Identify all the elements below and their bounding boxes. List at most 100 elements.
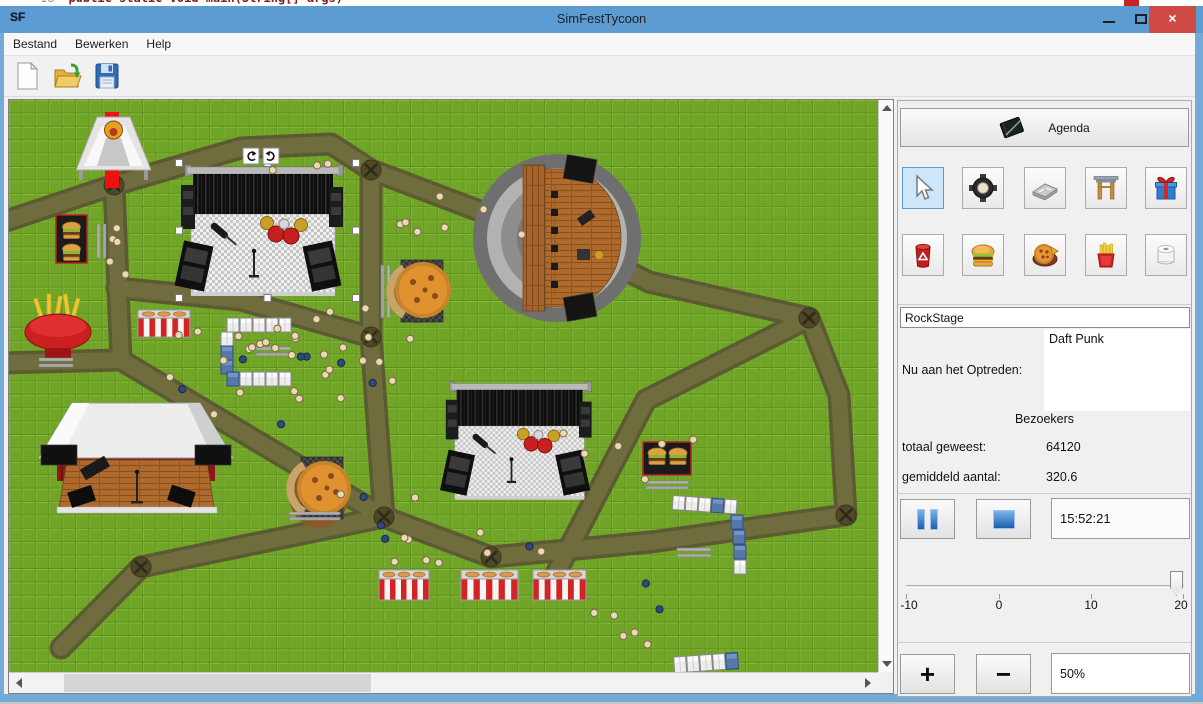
stop-button[interactable] [976,499,1031,539]
hotdog-stand-1[interactable] [379,570,429,600]
agenda-book-icon [999,114,1026,141]
scroll-left-icon[interactable] [16,678,22,688]
burger-icon [968,240,998,270]
map-horizontal-scrollbar[interactable] [9,672,878,693]
tool-entrance-gate[interactable] [1085,167,1127,209]
pause-button[interactable] [900,499,955,539]
visitor-dot [220,357,227,364]
close-button[interactable]: × [1149,6,1196,33]
window-border-right [1195,6,1203,702]
tool-gift-shop[interactable] [1145,167,1187,209]
visitor-dot [340,344,347,351]
visitor-dot [611,612,618,619]
visitor-dot [615,443,622,450]
tool-fries-stand[interactable] [1085,234,1127,276]
tool-road-tile[interactable] [1024,167,1066,209]
tool-burger-stand[interactable] [962,234,1004,276]
save-button[interactable] [90,59,124,93]
amphitheater-stage[interactable] [473,154,641,322]
road-tile-icon [1030,173,1060,203]
tool-toilet[interactable] [1145,234,1187,276]
map-vertical-scrollbar[interactable] [878,100,893,672]
visitor-dot [179,386,186,393]
new-file-button[interactable] [10,59,44,93]
hotdog-stand-2[interactable] [461,570,518,600]
fries-icon [1091,240,1121,270]
visitor-dot [360,493,367,500]
hotdog-stand-top[interactable] [138,310,190,337]
visitors-header: Bezoekers [898,412,1191,426]
slider-label-10: 10 [1084,598,1097,612]
now-performing-label: Nu aan het Optreden: [902,363,1022,377]
stage-rockstage[interactable] [175,165,343,296]
visitor-dot [236,389,243,396]
visitor-dot [326,366,333,373]
burger-stand-2[interactable] [643,442,691,489]
now-performing-value: Daft Punk [1044,329,1190,411]
red-tent-stage[interactable] [39,403,233,513]
visitor-dot [369,379,376,386]
visitor-dot [297,353,304,360]
zoom-in-button[interactable]: + [900,654,955,694]
tool-spotlight-stage[interactable] [962,167,1004,209]
window-title: SimFestTycoon [0,11,1203,26]
pause-icon [917,509,938,530]
stage-name-input[interactable] [900,307,1190,328]
visitor-dot [262,339,269,346]
slider-label-max: 20 [1174,598,1187,612]
pizza-icon [1030,240,1060,270]
rotate-right-button[interactable] [263,148,279,164]
titlebar[interactable]: SF SimFestTycoon × [0,6,1203,33]
slider-thumb[interactable] [1170,571,1183,596]
festival-map[interactable] [9,100,878,672]
visitor-dot [272,344,279,351]
speed-slider[interactable] [904,561,1188,601]
minimize-button[interactable] [1095,6,1125,33]
visitor-dot [210,411,217,418]
slider-label-0: 0 [996,598,1003,612]
average-visitors-label: gemiddeld aantal: [902,470,1001,484]
gift-icon [1151,173,1181,203]
visitor-dot [484,549,491,556]
scroll-up-icon[interactable] [882,105,892,111]
menu-help[interactable]: Help [137,34,180,54]
visitor-dot [376,358,383,365]
zoom-out-button[interactable]: − [976,654,1031,694]
tool-pizza-stand[interactable] [1024,234,1066,276]
save-icon [92,61,122,91]
visitor-dot [114,238,121,245]
visitor-dot [314,162,321,169]
tool-select-cursor[interactable] [902,167,944,209]
visitor-dot [359,357,366,364]
hotdog-stand-3[interactable] [533,570,586,600]
menu-bewerken[interactable]: Bewerken [66,34,137,54]
visitor-dot [274,325,281,332]
visitor-dot [389,377,396,384]
menu-bestand[interactable]: Bestand [4,34,66,54]
agenda-button[interactable]: Agenda [900,108,1189,147]
visitor-dot [477,529,484,536]
visitor-dot [480,206,487,213]
trash-icon [908,240,938,270]
visitor-dot [391,558,398,565]
scroll-right-icon[interactable] [865,678,871,688]
tool-trash-can[interactable] [902,234,944,276]
scroll-down-icon[interactable] [882,661,892,667]
stage-2[interactable] [440,382,592,500]
slider-track[interactable] [906,585,1184,588]
visitor-dot [324,160,331,167]
open-file-button[interactable] [50,59,84,93]
visitor-dot [402,219,409,226]
visitor-dot [249,344,256,351]
side-panel: Agenda [897,100,1192,697]
rotate-left-button[interactable] [243,148,259,164]
visitor-dot [292,332,299,339]
open-file-icon [52,61,82,91]
visitor-dot [401,534,408,541]
total-visitors-value: 64120 [1046,440,1081,454]
plus-icon: + [920,664,935,684]
horizontal-scroll-thumb[interactable] [64,674,371,692]
zoom-level-input[interactable] [1051,653,1190,694]
visitor-dot [411,494,418,501]
visitor-dot [690,436,697,443]
